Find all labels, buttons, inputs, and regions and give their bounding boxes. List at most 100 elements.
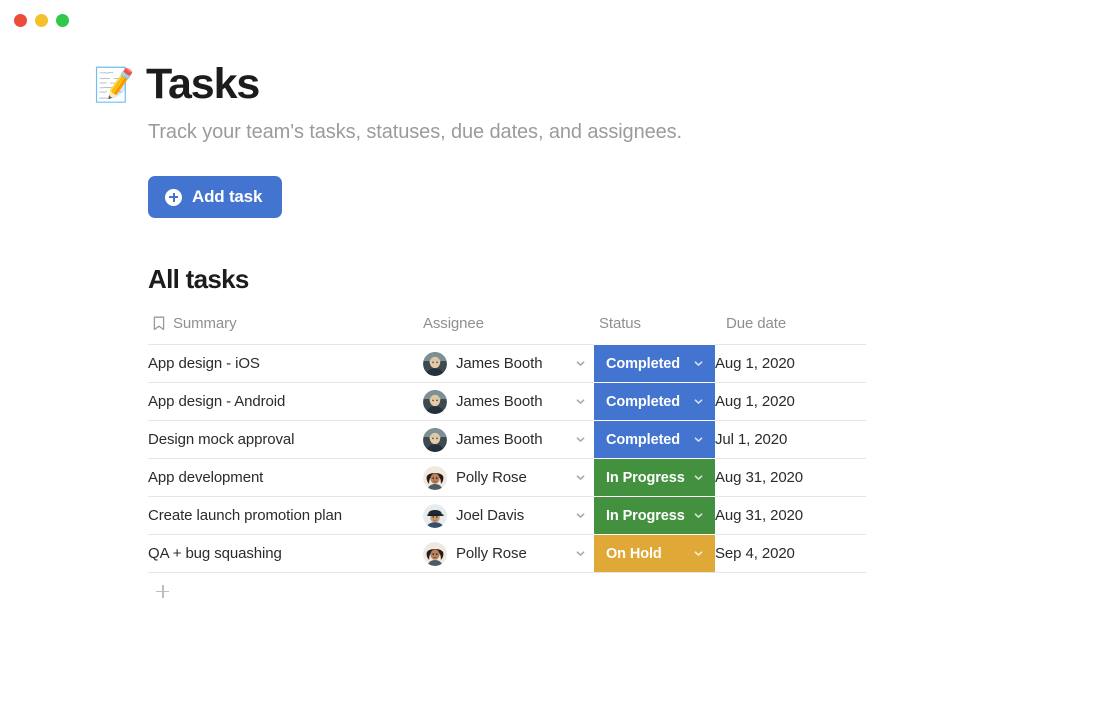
- table-row[interactable]: App design - Android James Booth Completed…: [148, 383, 866, 421]
- column-header-duedate-label: Due date: [726, 315, 786, 332]
- avatar: [423, 390, 447, 414]
- due-date-text: Sep 4, 2020: [715, 545, 795, 562]
- cell-summary[interactable]: App development: [148, 459, 418, 497]
- cell-duedate[interactable]: Aug 31, 2020: [715, 459, 866, 497]
- due-date-text: Aug 31, 2020: [715, 507, 803, 524]
- plus-circle-icon: [165, 189, 182, 206]
- chevron-down-icon[interactable]: [693, 472, 704, 483]
- cell-summary[interactable]: Create launch promotion plan: [148, 497, 418, 535]
- column-header-status-label: Status: [599, 315, 641, 332]
- cell-duedate[interactable]: Sep 4, 2020: [715, 535, 866, 573]
- status-label: In Progress: [606, 508, 685, 524]
- cell-summary[interactable]: App design - iOS: [148, 345, 418, 383]
- table-row[interactable]: App design - iOS James Booth Completed Aug …: [148, 345, 866, 383]
- cell-duedate[interactable]: Aug 1, 2020: [715, 383, 866, 421]
- assignee-name: James Booth: [456, 355, 566, 372]
- column-header-assignee-label: Assignee: [423, 315, 484, 332]
- cell-status[interactable]: In Progress: [594, 459, 715, 497]
- status-label: Completed: [606, 356, 680, 372]
- assignee-name: Polly Rose: [456, 545, 566, 562]
- table-body: App design - iOSJames BoothCompletedAug …: [148, 345, 866, 573]
- chevron-down-icon[interactable]: [575, 396, 586, 407]
- chevron-down-icon[interactable]: [575, 434, 586, 445]
- assignee-name: Joel Davis: [456, 507, 566, 524]
- cell-duedate[interactable]: Jul 1, 2020: [715, 421, 866, 459]
- add-task-button[interactable]: Add task: [148, 176, 282, 218]
- chevron-down-icon[interactable]: [575, 510, 586, 521]
- chevron-down-icon[interactable]: [575, 548, 586, 559]
- column-header-summary-label: Summary: [173, 315, 236, 332]
- cell-assignee[interactable]: Polly Rose: [418, 535, 594, 573]
- page-header: 📝 Tasks: [148, 62, 1048, 107]
- chevron-down-icon[interactable]: [693, 548, 704, 559]
- column-header-summary[interactable]: Summary: [148, 315, 418, 345]
- assignee-name: James Booth: [456, 431, 566, 448]
- avatar: [423, 542, 447, 566]
- status-badge: On Hold: [594, 535, 715, 572]
- avatar: [423, 428, 447, 452]
- task-summary-text: App development: [148, 469, 263, 486]
- page-subtitle: Track your team's tasks, statuses, due d…: [148, 121, 1048, 144]
- window-zoom-button[interactable]: [56, 14, 69, 27]
- due-date-text: Aug 1, 2020: [715, 393, 795, 410]
- bookmark-icon: [153, 316, 165, 331]
- task-summary-text: App design - Android: [148, 393, 285, 410]
- add-row[interactable]: [148, 573, 866, 609]
- page-title: Tasks: [146, 62, 259, 107]
- table-row[interactable]: App development Polly Rose In Progress Aug …: [148, 459, 866, 497]
- cell-assignee[interactable]: James Booth: [418, 421, 594, 459]
- chevron-down-icon[interactable]: [693, 358, 704, 369]
- due-date-text: Jul 1, 2020: [715, 431, 787, 448]
- cell-assignee[interactable]: James Booth: [418, 345, 594, 383]
- window-controls: [14, 14, 69, 27]
- status-badge: Completed: [594, 421, 715, 458]
- cell-summary[interactable]: QA + bug squashing: [148, 535, 418, 573]
- page-content: 📝 Tasks Track your team's tasks, statuse…: [148, 62, 1048, 609]
- window-close-button[interactable]: [14, 14, 27, 27]
- cell-assignee[interactable]: Polly Rose: [418, 459, 594, 497]
- cell-duedate[interactable]: Aug 1, 2020: [715, 345, 866, 383]
- cell-assignee[interactable]: Joel Davis: [418, 497, 594, 535]
- cell-assignee[interactable]: James Booth: [418, 383, 594, 421]
- chevron-down-icon[interactable]: [693, 434, 704, 445]
- chevron-down-icon[interactable]: [693, 396, 704, 407]
- cell-summary[interactable]: Design mock approval: [148, 421, 418, 459]
- cell-status[interactable]: On Hold: [594, 535, 715, 573]
- status-badge: Completed: [594, 345, 715, 382]
- cell-status[interactable]: In Progress: [594, 497, 715, 535]
- column-header-assignee[interactable]: Assignee: [418, 315, 594, 345]
- tasks-page: 📝 Tasks Track your team's tasks, statuse…: [0, 0, 1096, 720]
- table-row[interactable]: Design mock approval James Booth Completed…: [148, 421, 866, 459]
- avatar: [423, 352, 447, 376]
- chevron-down-icon[interactable]: [693, 510, 704, 521]
- assignee-name: James Booth: [456, 393, 566, 410]
- cell-status[interactable]: Completed: [594, 345, 715, 383]
- status-label: On Hold: [606, 546, 662, 562]
- status-badge: In Progress: [594, 497, 715, 534]
- tasks-table: Summary Assignee Status: [148, 315, 866, 573]
- column-header-status[interactable]: Status: [594, 315, 715, 345]
- column-header-duedate[interactable]: Due date: [715, 315, 866, 345]
- assignee-name: Polly Rose: [456, 469, 566, 486]
- status-label: In Progress: [606, 470, 685, 486]
- window-minimize-button[interactable]: [35, 14, 48, 27]
- cell-status[interactable]: Completed: [594, 383, 715, 421]
- chevron-down-icon[interactable]: [575, 358, 586, 369]
- cell-status[interactable]: Completed: [594, 421, 715, 459]
- due-date-text: Aug 1, 2020: [715, 355, 795, 372]
- avatar: [423, 466, 447, 490]
- due-date-text: Aug 31, 2020: [715, 469, 803, 486]
- status-badge: Completed: [594, 383, 715, 420]
- cell-summary[interactable]: App design - Android: [148, 383, 418, 421]
- table-header: Summary Assignee Status: [148, 315, 866, 345]
- status-badge: In Progress: [594, 459, 715, 496]
- table-row[interactable]: QA + bug squashing Polly Rose On Hold Sep 4…: [148, 535, 866, 573]
- status-label: Completed: [606, 394, 680, 410]
- table-row[interactable]: Create launch promotion plan Joel Davis In…: [148, 497, 866, 535]
- memo-icon: 📝: [96, 65, 132, 105]
- cell-duedate[interactable]: Aug 31, 2020: [715, 497, 866, 535]
- avatar: [423, 504, 447, 528]
- chevron-down-icon[interactable]: [575, 472, 586, 483]
- plus-icon[interactable]: [156, 585, 169, 598]
- task-summary-text: Create launch promotion plan: [148, 507, 342, 524]
